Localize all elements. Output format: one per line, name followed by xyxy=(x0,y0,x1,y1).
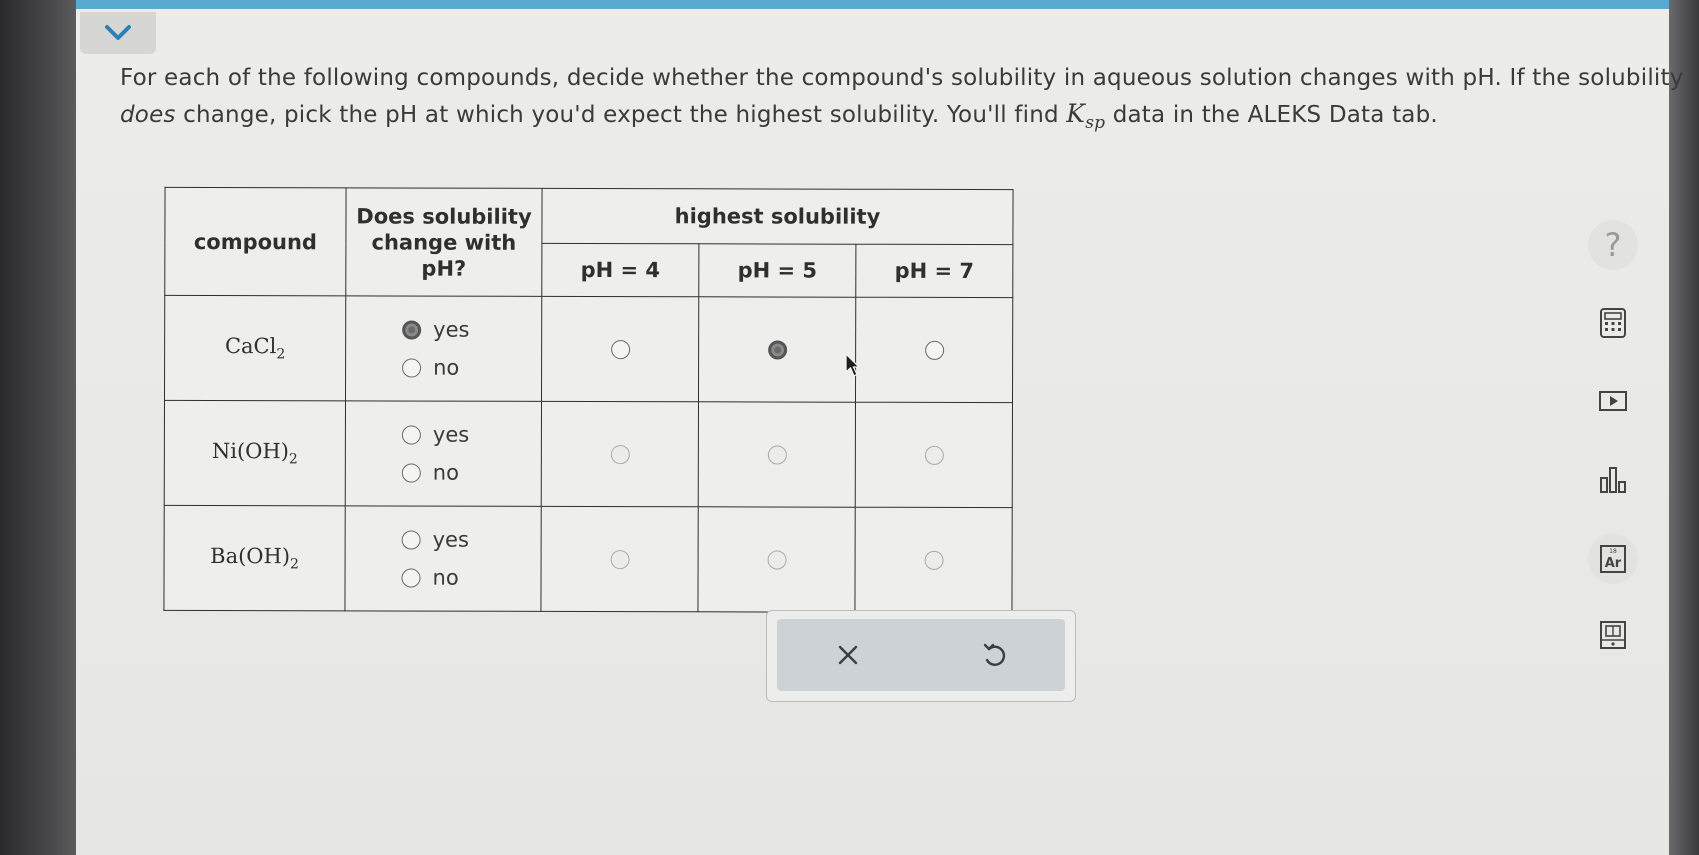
video-button[interactable] xyxy=(1588,376,1638,426)
answer-table: compound Does solubility change with pH?… xyxy=(163,186,1014,614)
option-yes[interactable]: yes xyxy=(401,416,540,454)
option-yes[interactable]: yes xyxy=(401,521,540,559)
data-tab-icon xyxy=(1600,621,1626,649)
radio-ph-4[interactable] xyxy=(610,339,630,359)
header-compound: compound xyxy=(164,187,347,296)
table-row: Ni(OH)2 yes no xyxy=(164,400,1013,508)
top-accent-bar xyxy=(76,0,1669,9)
ph5-cell xyxy=(698,401,856,508)
table-row: Ba(OH)2 yes no xyxy=(163,505,1013,613)
calculator-button[interactable] xyxy=(1588,298,1638,348)
radio-ph-5[interactable] xyxy=(767,444,787,465)
compound-baoh2: Ba(OH)2 xyxy=(163,505,346,611)
question-text: For each of the following compounds, dec… xyxy=(120,65,1684,133)
ph5-cell xyxy=(697,506,856,613)
option-no[interactable]: no xyxy=(401,454,540,492)
option-no[interactable]: no xyxy=(401,559,539,597)
compound-nioh2: Ni(OH)2 xyxy=(164,400,346,506)
radio-yes[interactable] xyxy=(401,425,421,445)
radio-ph-7[interactable] xyxy=(924,445,944,465)
ph7-cell xyxy=(855,297,1013,403)
svg-text:18: 18 xyxy=(1609,548,1617,555)
close-icon xyxy=(838,645,858,665)
table-row: CaCl2 yes no xyxy=(164,295,1013,403)
undo-button[interactable] xyxy=(969,631,1019,679)
action-panel xyxy=(766,610,1076,702)
chart-button[interactable] xyxy=(1588,454,1638,504)
video-icon xyxy=(1599,391,1627,411)
change-cell: yes no xyxy=(344,505,542,612)
header-ph-5: pH = 5 xyxy=(698,243,856,298)
chart-icon xyxy=(1600,467,1626,493)
compound-cacl2: CaCl2 xyxy=(164,295,346,401)
ph7-cell xyxy=(854,507,1013,613)
chevron-down-icon xyxy=(105,25,131,40)
ksp-symbol: Ksp xyxy=(1066,99,1106,133)
ph4-cell xyxy=(541,296,699,402)
monitor-bezel-left xyxy=(0,0,76,855)
calculator-icon xyxy=(1600,308,1626,338)
header-ph-4: pH = 4 xyxy=(541,243,699,297)
data-tab-button[interactable] xyxy=(1588,610,1638,660)
mouse-cursor-icon xyxy=(845,352,861,377)
radio-yes[interactable] xyxy=(402,320,422,340)
option-yes[interactable]: yes xyxy=(402,311,540,349)
option-no[interactable]: no xyxy=(402,349,540,387)
radio-ph-5[interactable] xyxy=(767,339,787,360)
svg-text:Ar: Ar xyxy=(1605,556,1622,571)
radio-ph-7[interactable] xyxy=(924,550,944,570)
change-cell: yes no xyxy=(345,400,542,507)
radio-ph-5[interactable] xyxy=(767,549,787,570)
radio-ph-4[interactable] xyxy=(610,444,630,464)
radio-no[interactable] xyxy=(401,568,421,588)
change-cell: yes no xyxy=(345,295,542,402)
action-bar xyxy=(777,619,1065,691)
radio-no[interactable] xyxy=(401,463,421,483)
ph4-cell xyxy=(540,506,699,612)
periodic-table-icon: 18 Ar xyxy=(1600,545,1626,573)
clear-button[interactable] xyxy=(823,631,873,679)
collapse-button[interactable] xyxy=(80,12,156,54)
periodic-table-button[interactable]: 18 Ar xyxy=(1588,534,1638,584)
undo-icon xyxy=(983,643,1006,666)
header-highest: highest solubility xyxy=(541,188,1014,245)
help-icon: ? xyxy=(1604,226,1622,264)
header-change: Does solubility change with pH? xyxy=(345,187,543,297)
ph7-cell xyxy=(855,402,1013,508)
help-button[interactable]: ? xyxy=(1588,220,1638,270)
header-ph-7: pH = 7 xyxy=(855,244,1013,298)
ph4-cell xyxy=(541,401,699,507)
radio-yes[interactable] xyxy=(401,530,421,550)
radio-ph-7[interactable] xyxy=(924,340,944,360)
radio-ph-4[interactable] xyxy=(610,549,630,569)
ph5-cell xyxy=(698,296,856,403)
radio-no[interactable] xyxy=(402,358,422,378)
aleks-screen: For each of the following compounds, dec… xyxy=(76,0,1683,855)
